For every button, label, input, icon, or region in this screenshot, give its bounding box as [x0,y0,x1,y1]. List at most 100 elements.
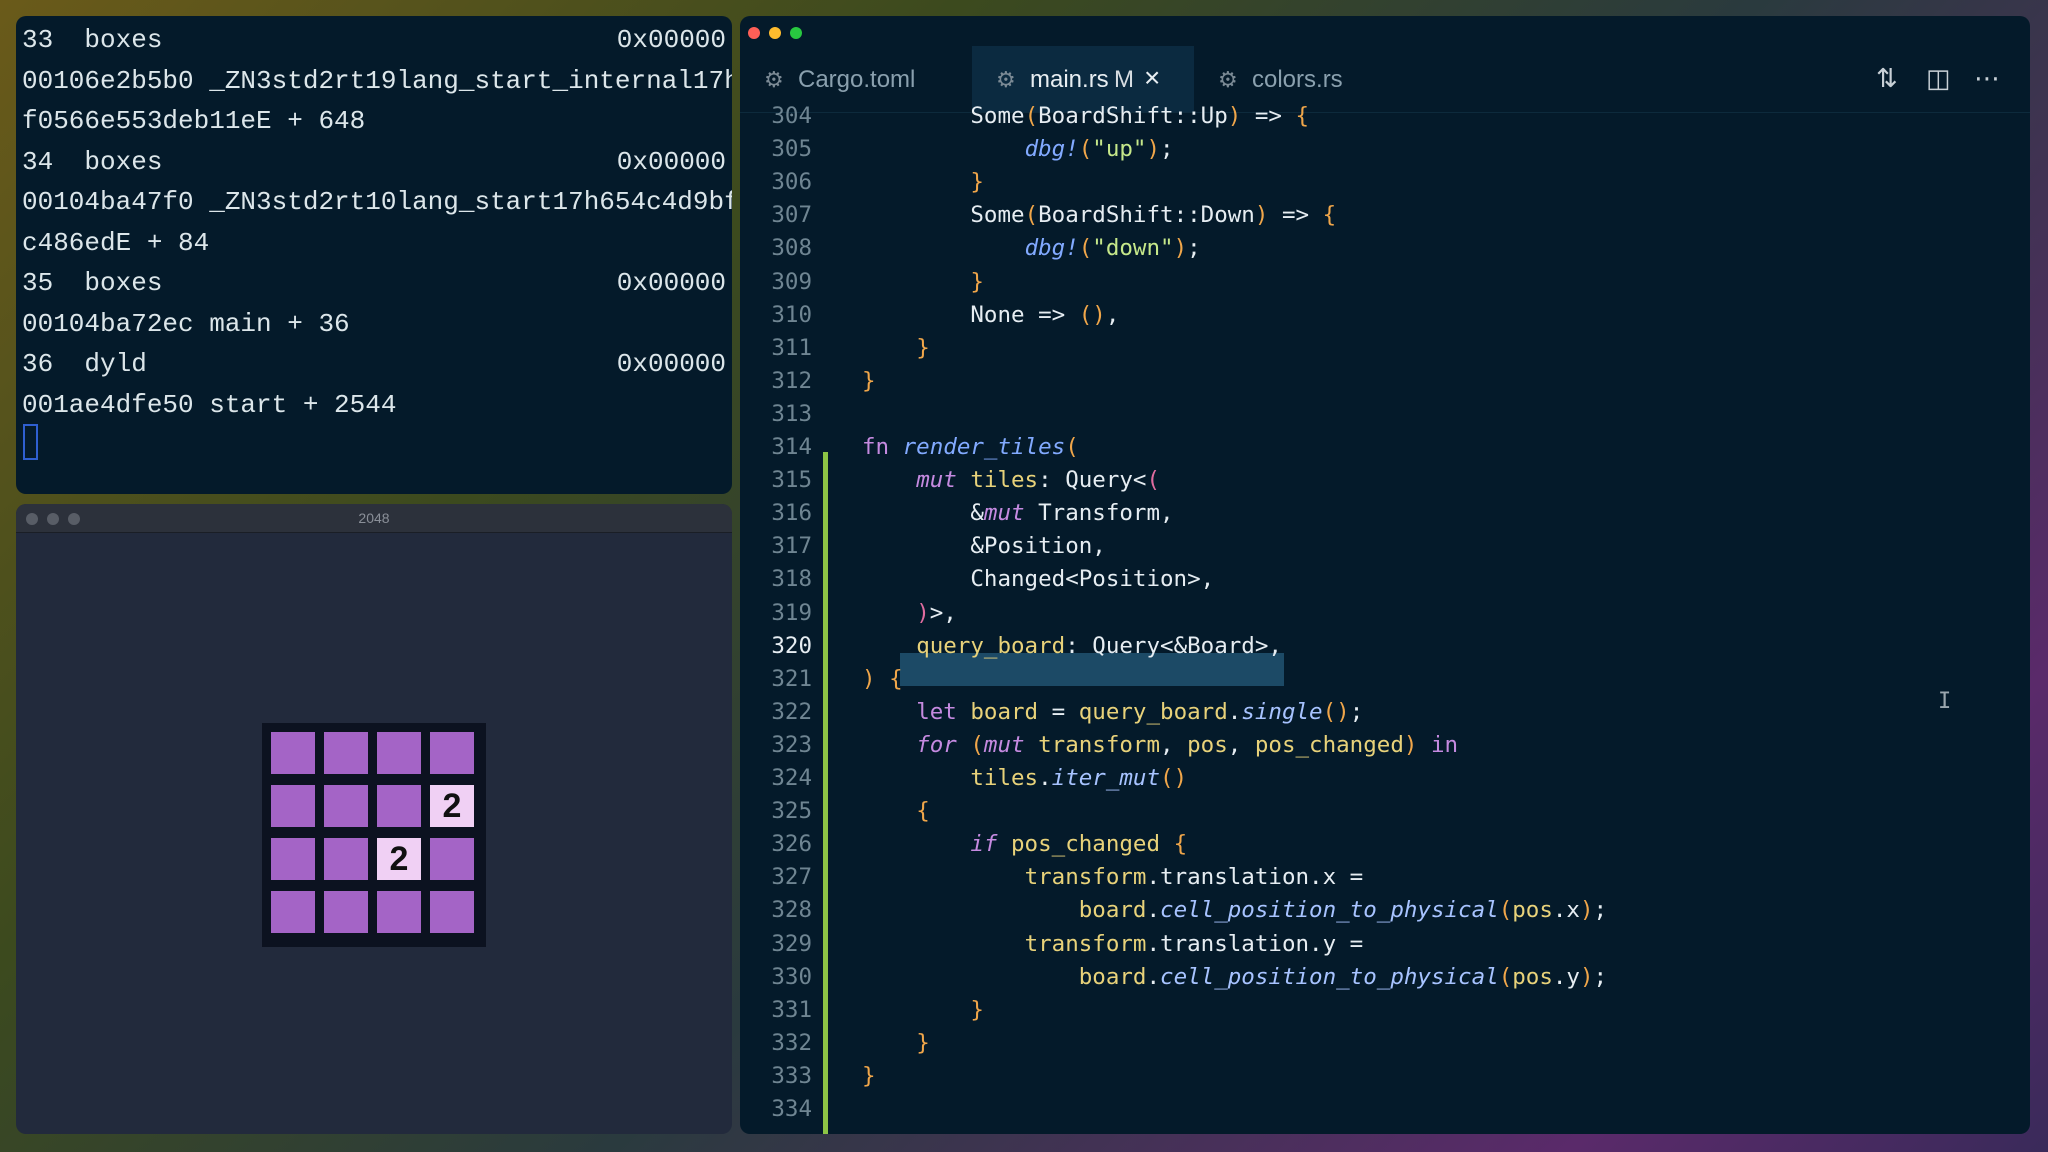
code-token: render_tiles [902,434,1066,460]
code-text: board.cell_position_to_physical(pos.x); [862,894,1607,927]
code-token: } [916,1029,930,1056]
line-number: 316 [771,500,812,527]
code-text: } [862,365,876,398]
board-tile [324,785,368,827]
text-cursor-icon: I [1938,689,1952,714]
terminal-line-address: 0x00000 [616,349,726,379]
code-line: 318 Changed<Position>, [740,563,2030,596]
code-area[interactable]: 304 Some(BoardShift::Up) => {305 dbg!("u… [740,103,2030,1134]
board-tile [430,838,474,880]
zoom-button[interactable] [790,27,802,39]
code-line: 308 dbg!("down"); [740,232,2030,265]
code-text: dbg!("down"); [862,232,1201,265]
code-token: in [1430,731,1459,758]
line-number: 329 [771,930,812,957]
code-token: board [970,698,1039,725]
line-number: 322 [771,698,812,725]
code-token: if [970,831,998,858]
board-tile [324,838,368,880]
code-token: , [1227,731,1255,758]
code-token: () [1322,698,1350,725]
code-token: "down" [1092,235,1174,262]
code-text: &mut Transform, [862,497,1173,530]
code-text: } [862,166,984,199]
terminal-line-text: 00104ba72ec main + 36 [22,308,350,339]
code-line: 314 fn render_tiles( [740,431,2030,464]
close-icon[interactable]: × [1144,62,1160,94]
code-text: Some(BoardShift::Up) => { [862,100,1309,133]
code-line: 304 Some(BoardShift::Up) => { [740,100,2030,133]
terminal-window[interactable]: 33 boxes 0x00000 00106e2b5b0 _ZN3std2rt19l… [16,16,732,494]
close-button[interactable] [748,27,760,39]
code-token: None => [862,301,1079,328]
code-text: let board = query_board.single(); [862,696,1363,729]
line-number: 305 [771,136,812,163]
code-token: "up" [1092,136,1147,163]
code-token: } [862,1062,876,1089]
code-token: ( [1078,235,1093,262]
code-token: .translation.y = [1146,930,1364,957]
line-number: 319 [771,599,812,626]
code-line: 330 board.cell_position_to_physical(pos.… [740,961,2030,994]
code-token: ( [970,731,984,758]
code-line: 310 None => (), [740,299,2030,332]
code-editor-window[interactable]: ⚙ Cargo.toml ⚙ main.rs M × ⚙ colors.rs ⇅… [740,16,2030,1134]
board-tile [271,732,315,774]
code-token: dbg! [1024,235,1079,262]
board-tile [324,732,368,774]
terminal-line-text: f0566e553deb11eE + 648 [22,106,366,136]
board-tile [271,891,315,933]
source-control-compare-icon[interactable]: ⇅ [1876,64,1898,94]
code-token: } [970,169,984,196]
code-text: None => (), [862,299,1119,332]
code-line: 309 } [740,266,2030,299]
terminal-line: 00106e2b5b0 _ZN3std2rt19lang_start_inter… [22,61,732,101]
code-token: ( [1065,434,1079,460]
board-tile: 2 [377,838,421,880]
line-number: 306 [771,169,812,196]
code-token: . [1227,698,1242,725]
code-token: } [862,367,876,394]
code-token: ; [1187,235,1201,262]
code-token: pos_changed [1011,831,1161,858]
modified-indicator: M [1114,66,1134,93]
minimize-button[interactable] [769,27,781,39]
more-actions-icon[interactable]: ⋯ [1974,64,2000,94]
code-text: } [862,266,984,299]
line-number: 310 [771,301,812,328]
code-line: 329 transform.translation.y = [740,928,2030,961]
terminal-line: c486edE + 84 [22,223,726,263]
line-number: 308 [771,235,812,262]
board-tile [324,891,368,933]
game-titlebar[interactable]: 2048 [16,504,732,533]
code-token: for [916,731,957,758]
board-tile [377,891,421,933]
code-token: ) [916,599,930,626]
board-tile [430,891,474,933]
board-tile [271,838,315,880]
code-line: 327 transform.translation.x = [740,861,2030,894]
code-text: tiles.iter_mut() [862,762,1187,795]
code-token: ) [1403,731,1418,758]
terminal-line-text: 00106e2b5b0 _ZN3std2rt19lang_start_inter… [22,65,732,96]
code-line: 322 let board = query_board.single(); [740,696,2030,729]
code-token: >, [929,599,957,626]
game-window[interactable]: 2048 22 [16,504,732,1134]
code-token: query_board [1078,698,1228,725]
line-number: 312 [771,367,812,394]
split-editor-icon[interactable]: ◫ [1926,64,1951,94]
code-line: 306 } [740,166,2030,199]
code-token: board [1078,897,1147,924]
line-number: 304 [771,103,812,129]
line-number: 321 [771,665,812,692]
code-token: , [1160,731,1188,758]
code-line: 315 mut tiles: Query<( [740,464,2030,497]
code-line: 326 if pos_changed { [740,828,2030,861]
code-text: transform.translation.y = [862,928,1364,961]
